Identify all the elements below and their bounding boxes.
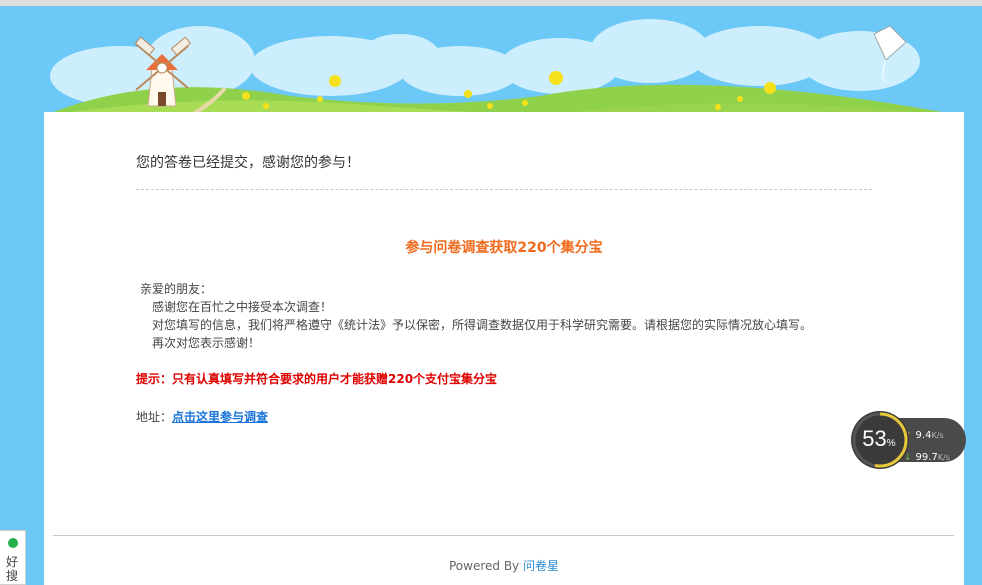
network-speed-widget[interactable]: ↑9.4K/s ↓99.7K/s 53% bbox=[850, 410, 968, 470]
usage-percent-sign: % bbox=[886, 438, 896, 449]
submit-success-message: 您的答卷已经提交，感谢您的参与！ bbox=[136, 155, 360, 171]
content-card: 您的答卷已经提交，感谢您的参与！ 参与问卷调查获取220个集分宝 亲爱的朋友： … bbox=[44, 112, 964, 585]
usage-percent: 53% bbox=[850, 426, 908, 452]
powered-by: Powered By 问卷星 bbox=[44, 557, 964, 574]
upload-value: 9.4 bbox=[915, 430, 932, 441]
download-value: 99.7 bbox=[915, 452, 938, 463]
address-label: 地址： bbox=[136, 410, 173, 424]
address-row: 地址：点击这里参与调查 bbox=[136, 408, 268, 425]
usage-percent-value: 53 bbox=[862, 426, 887, 451]
promo-title: 参与问卷调查获取220个集分宝 bbox=[405, 240, 603, 256]
survey-link[interactable]: 点击这里参与调查 bbox=[172, 410, 268, 424]
letter-greeting: 亲爱的朋友： bbox=[140, 282, 213, 296]
letter-line: 感谢您在百忙之中接受本次调查！ bbox=[152, 300, 333, 314]
powered-by-label: Powered By bbox=[448, 559, 520, 573]
banner-illustration bbox=[0, 6, 982, 116]
brand-link[interactable]: 问卷星 bbox=[523, 559, 559, 573]
download-speed: ↓ 99.7K/s bbox=[904, 451, 950, 465]
side-widget-text: 好搜 bbox=[6, 555, 19, 583]
side-search-widget[interactable]: 好搜 bbox=[0, 530, 26, 585]
letter-body: 亲爱的朋友： 感谢您在百忙之中接受本次调查！ 对您填写的信息，我们将严格遵守《统… bbox=[140, 280, 812, 352]
letter-line: 对您填写的信息，我们将严格遵守《统计法》予以保密，所得调查数据仅用于科学研究需要… bbox=[152, 318, 813, 332]
upload-unit: K/s bbox=[931, 431, 944, 440]
letter-line: 再次对您表示感谢！ bbox=[152, 336, 261, 350]
download-unit: K/s bbox=[937, 453, 950, 462]
divider bbox=[136, 189, 872, 190]
footer-divider bbox=[53, 535, 954, 536]
status-dot-icon bbox=[8, 538, 18, 548]
tip-text: 提示：只有认真填写并符合要求的用户才能获赠220个支付宝集分宝 bbox=[136, 372, 498, 386]
